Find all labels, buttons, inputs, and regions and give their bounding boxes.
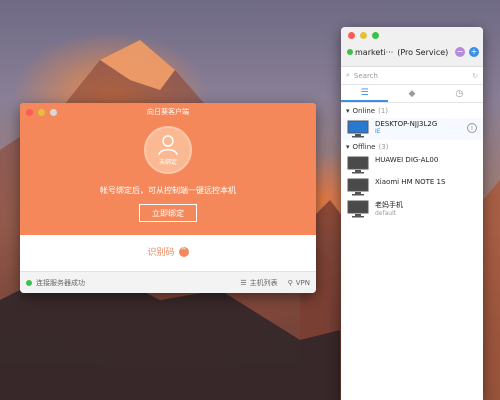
monitor-icon (347, 178, 369, 196)
list-item[interactable]: 老妈手机 default (341, 198, 483, 220)
minimize-button[interactable] (360, 32, 367, 39)
control-header: marketi··· (Pro Service) − + (341, 27, 483, 67)
online-status-icon (347, 49, 353, 55)
connection-status-text: 连接服务器成功 (36, 278, 85, 287)
client-window: 向日葵客户端 未绑定 帐号绑定后，可从控制端一键远控本机 立即绑定 识别码 ^ … (20, 103, 316, 293)
offline-group-header[interactable]: ▾ Offline (3) (341, 140, 483, 154)
online-group-header[interactable]: ▾ Online (1) (341, 104, 483, 118)
list-item[interactable]: HUAWEI DIG-AL00 (341, 154, 483, 176)
group-label: Online (352, 107, 376, 115)
minus-icon[interactable]: − (455, 47, 465, 57)
window-controls (348, 32, 379, 39)
monitor-icon (347, 120, 369, 138)
bind-now-button[interactable]: 立即绑定 (139, 204, 197, 222)
group-count: (3) (378, 143, 389, 151)
list-item[interactable]: DESKTOP-NJJ3L2G IE i (341, 118, 483, 140)
device-list: ▾ Online (1) DESKTOP-NJJ3L2G IE i ▾ Offl… (341, 104, 483, 220)
device-sub: default (375, 210, 397, 217)
monitor-icon (347, 200, 369, 218)
chevron-down-icon: ▾ (346, 143, 350, 151)
group-count: (1) (378, 107, 389, 115)
device-name: HUAWEI DIG-AL00 (375, 156, 439, 164)
account-name: marketi··· (355, 47, 394, 57)
search-input[interactable]: Search (354, 72, 378, 80)
search-icon: ⌕ (346, 71, 350, 79)
zoom-button[interactable] (372, 32, 379, 39)
group-label: Offline (352, 143, 376, 151)
device-name: Xiaomi HM NOTE 1S (375, 178, 446, 186)
history-icon: ◷ (455, 88, 464, 99)
search-bar[interactable]: ⌕ Search ↻ (341, 67, 483, 85)
list-item[interactable]: Xiaomi HM NOTE 1S (341, 176, 483, 198)
vpn-icon: ⚲ (287, 278, 293, 287)
tab-devices[interactable]: ☰ (341, 85, 389, 102)
chevron-down-icon: ▾ (346, 107, 350, 115)
monitor-icon (347, 156, 369, 174)
window-title: 向日葵客户端 (147, 108, 189, 116)
info-icon[interactable]: i (467, 123, 477, 133)
client-header-panel: 向日葵客户端 未绑定 帐号绑定后，可从控制端一键远控本机 立即绑定 (20, 103, 316, 235)
control-window: marketi··· (Pro Service) − + ⌕ Search ↻ … (341, 27, 483, 400)
avatar-label: 未绑定 (158, 159, 177, 166)
account-row[interactable]: marketi··· (Pro Service) − + (347, 47, 479, 57)
close-button[interactable] (348, 32, 355, 39)
chevron-up-icon: ^ (178, 246, 189, 257)
vpn-button[interactable]: ⚲ VPN (288, 279, 310, 287)
account-plan: (Pro Service) (397, 47, 449, 57)
status-bar: 连接服务器成功 ☰ 主机列表 ⚲ VPN (20, 271, 316, 293)
vpn-label: VPN (295, 278, 310, 287)
devices-icon: ☰ (360, 87, 369, 98)
list-icon: ☰ (240, 278, 247, 287)
connection-status-icon (26, 279, 32, 286)
tab-tags[interactable]: ◆ (388, 85, 435, 102)
refresh-icon[interactable]: ↻ (472, 72, 478, 80)
host-list-button[interactable]: ☰ 主机列表 (240, 278, 277, 288)
identification-code-toggle[interactable]: 识别码 ^ (20, 245, 316, 258)
tag-icon: ◆ (408, 88, 416, 99)
avatar[interactable]: 未绑定 (144, 126, 192, 174)
code-label: 识别码 (147, 248, 175, 258)
device-name: 老妈手机 (375, 201, 403, 209)
tab-history[interactable]: ◷ (436, 85, 483, 102)
host-list-label: 主机列表 (249, 278, 278, 287)
add-icon[interactable]: + (469, 47, 479, 57)
user-icon (158, 135, 178, 156)
tab-bar: ☰ ◆ ◷ (341, 85, 483, 103)
bind-hint-text: 帐号绑定后，可从控制端一键远控本机 (100, 186, 236, 195)
